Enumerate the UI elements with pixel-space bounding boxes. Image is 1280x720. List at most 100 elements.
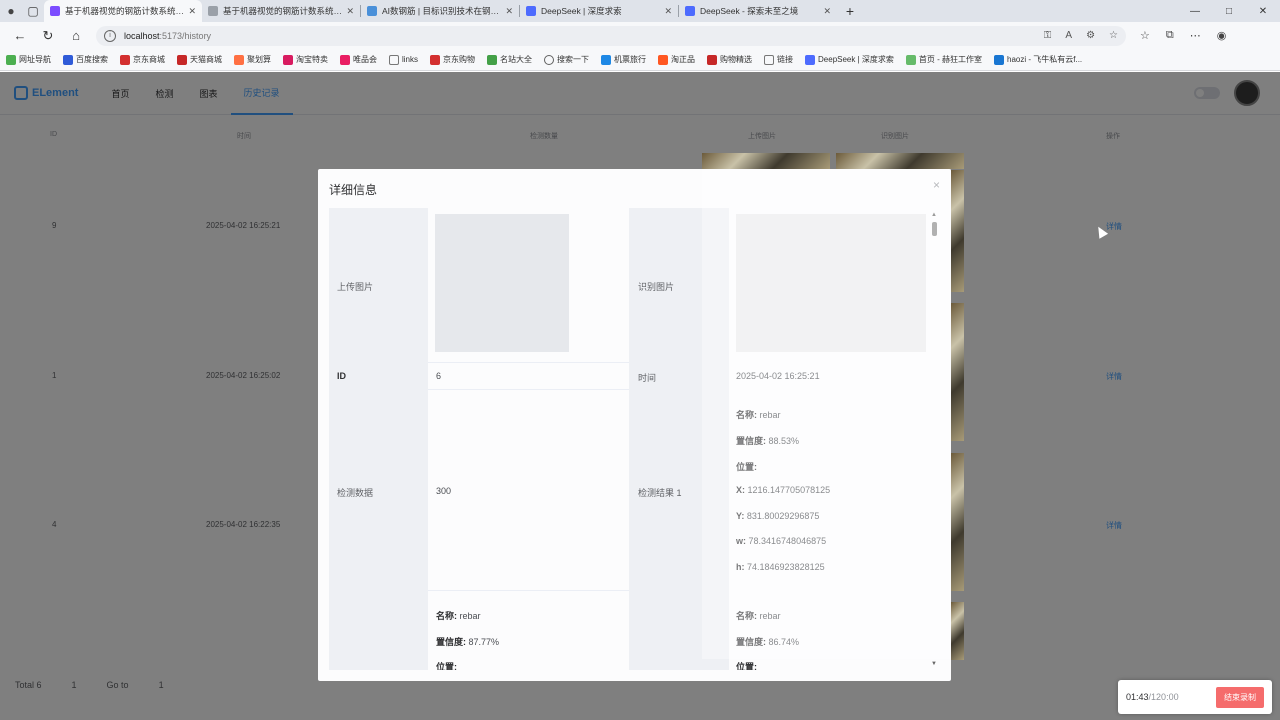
recog-thumbnail (951, 453, 964, 591)
browser-tab[interactable]: AI数钢筋 | 目标识别技术在钢筋计 ✕ (361, 0, 519, 22)
bookmark-favicon-icon (905, 54, 916, 65)
bookmark-label: DeepSeek | 深度求索 (818, 55, 894, 64)
tab-title: 基于机器视觉的钢筋计数系统算法 (223, 6, 343, 16)
new-tab-button[interactable]: + (837, 3, 863, 19)
stop-recording-button[interactable]: 结束录制 (1216, 686, 1264, 708)
bookmark-favicon-icon (177, 54, 187, 65)
bookmark-item[interactable]: 唯品会 (340, 54, 377, 65)
bookmark-label: 首页 - 赫狂工作室 (918, 55, 983, 64)
count-value: 300 (436, 486, 452, 496)
bookmark-label: 淘宝特卖 (296, 55, 328, 64)
bookmark-item[interactable]: 首页 - 赫狂工作室 (905, 54, 983, 65)
row-divider (428, 362, 629, 363)
bookmark-favicon-icon (6, 54, 16, 65)
folder-icon (389, 54, 399, 65)
copilot-icon[interactable]: ◉ (1217, 29, 1227, 42)
result-left-confidence: 置信度: 87.77% (436, 637, 500, 647)
bookmark-label: 天猫商城 (190, 55, 222, 64)
bookmark-favicon-icon (601, 54, 612, 65)
time-label: 时间 (638, 373, 657, 383)
browser-tab[interactable]: DeepSeek | 深度求索 ✕ (520, 0, 678, 22)
bookmark-item[interactable]: 京东商城 (120, 54, 165, 65)
translate-icon[interactable]: A (1065, 30, 1072, 41)
extension-icon[interactable]: ⚙ (1086, 30, 1095, 41)
recorder-total: 120:00 (1151, 692, 1179, 702)
browser-tab[interactable]: 基于机器视觉的钢筋计数系统算法 ✕ (44, 0, 202, 22)
bookmark-label: 购物精选 (720, 55, 753, 64)
bookmark-folder[interactable]: 链接 (764, 54, 793, 65)
close-tab-icon[interactable]: ✕ (505, 6, 513, 17)
ghost-image-overlay (702, 169, 951, 659)
home-icon[interactable]: ⌂ (62, 28, 90, 43)
bookmark-label: 搜索一下 (557, 55, 590, 64)
bookmark-favicon-icon (658, 54, 669, 65)
upload-image-label: 上传图片 (337, 282, 374, 292)
row-divider (428, 389, 629, 390)
url-actions: ⚿ A ⚙ ☆ (1044, 30, 1118, 41)
recog-thumbnail (951, 303, 964, 441)
bookmark-item[interactable]: 网址导航 (6, 54, 51, 65)
site-info-icon[interactable]: i (104, 29, 116, 42)
url-bar[interactable]: i localhost:5173/history ⚿ A ⚙ ☆ (96, 25, 1126, 46)
close-tab-icon[interactable]: ✕ (346, 6, 354, 17)
maximize-button[interactable]: □ (1212, 6, 1246, 17)
favorite-star-icon[interactable]: ☆ (1109, 30, 1118, 41)
bookmark-favicon-icon (805, 54, 816, 65)
bookmark-label: 淘正品 (671, 55, 696, 64)
browser-tab-bar: ● ▢ 基于机器视觉的钢筋计数系统算法 ✕ 基于机器视觉的钢筋计数系统算法 ✕ … (0, 0, 1280, 22)
bookmark-favicon-icon (120, 54, 130, 65)
close-window-button[interactable]: ✕ (1246, 6, 1280, 17)
recog-thumbnail (951, 170, 964, 292)
profile-icon[interactable]: ● (0, 0, 22, 22)
bookmark-label: 名站大全 (500, 55, 533, 64)
bookmark-label: 百度搜索 (76, 55, 108, 64)
close-tab-icon[interactable]: ✕ (823, 6, 831, 17)
browser-tab[interactable]: DeepSeek - 探索未至之境 ✕ (679, 0, 837, 22)
bookmark-item[interactable]: 淘宝特卖 (283, 54, 328, 65)
id-label: ID (337, 371, 346, 381)
bookmark-item[interactable]: 天猫商城 (177, 54, 222, 65)
tab-title: 基于机器视觉的钢筋计数系统算法 (65, 6, 185, 16)
count-label: 检测数据 (337, 488, 374, 498)
result-1-label: 检测结果 1 (638, 488, 682, 498)
tab-actions-icon[interactable]: ▢ (22, 0, 44, 22)
bookmark-item[interactable]: 搜索一下 (544, 54, 589, 65)
browser-tab[interactable]: 基于机器视觉的钢筋计数系统算法 ✕ (202, 0, 360, 22)
more-menu-icon[interactable]: ⋯ (1190, 29, 1201, 42)
bookmark-favicon-icon (340, 54, 350, 65)
bookmark-folder[interactable]: links (389, 54, 419, 65)
bookmark-label: 唯品会 (353, 55, 377, 64)
tab-title: DeepSeek - 探索未至之境 (700, 6, 799, 16)
bookmark-label: links (402, 55, 419, 64)
minimize-button[interactable]: — (1178, 6, 1212, 17)
reload-icon[interactable]: ↻ (34, 28, 62, 44)
collections-icon[interactable]: ⧉ (1166, 29, 1174, 42)
bookmark-favicon-icon (283, 54, 293, 65)
bookmark-item[interactable]: DeepSeek | 深度求索 (805, 54, 894, 65)
bookmark-label: haozi - 飞牛私有云f... (1007, 55, 1083, 64)
bookmark-item[interactable]: 名站大全 (487, 54, 532, 65)
recog-image-label: 识别图片 (638, 282, 675, 292)
bookmark-item[interactable]: haozi - 飞牛私有云f... (994, 54, 1082, 65)
tab-title: AI数钢筋 | 目标识别技术在钢筋计 (382, 6, 502, 16)
tab-title: DeepSeek | 深度求索 (541, 6, 622, 16)
favorites-icon[interactable]: ☆ (1140, 29, 1150, 42)
bookmark-item[interactable]: 购物精选 (707, 54, 752, 65)
close-tab-icon[interactable]: ✕ (188, 6, 196, 17)
bookmark-item[interactable]: 百度搜索 (63, 54, 108, 65)
screen-recorder: 01:43 / 120:00 结束录制 (1118, 680, 1272, 714)
back-icon[interactable]: ← (6, 28, 34, 43)
close-tab-icon[interactable]: ✕ (664, 6, 672, 17)
bookmark-label: 聚划算 (247, 55, 271, 64)
tab-favicon-icon (367, 6, 377, 16)
bookmark-item[interactable]: 淘正品 (658, 54, 695, 65)
bookmark-item[interactable]: 聚划算 (234, 54, 271, 65)
bookmark-item[interactable]: 京东购物 (430, 54, 475, 65)
bookmark-item[interactable]: 机票旅行 (601, 54, 646, 65)
result-left-position-label: 位置: (436, 662, 457, 670)
bookmark-favicon-icon (430, 54, 441, 65)
browser-tools: ☆ ⧉ ⋯ ◉ (1140, 29, 1226, 42)
recog-thumbnail (836, 153, 964, 169)
key-icon[interactable]: ⚿ (1044, 30, 1052, 41)
scroll-down-icon[interactable]: ▼ (931, 661, 937, 667)
